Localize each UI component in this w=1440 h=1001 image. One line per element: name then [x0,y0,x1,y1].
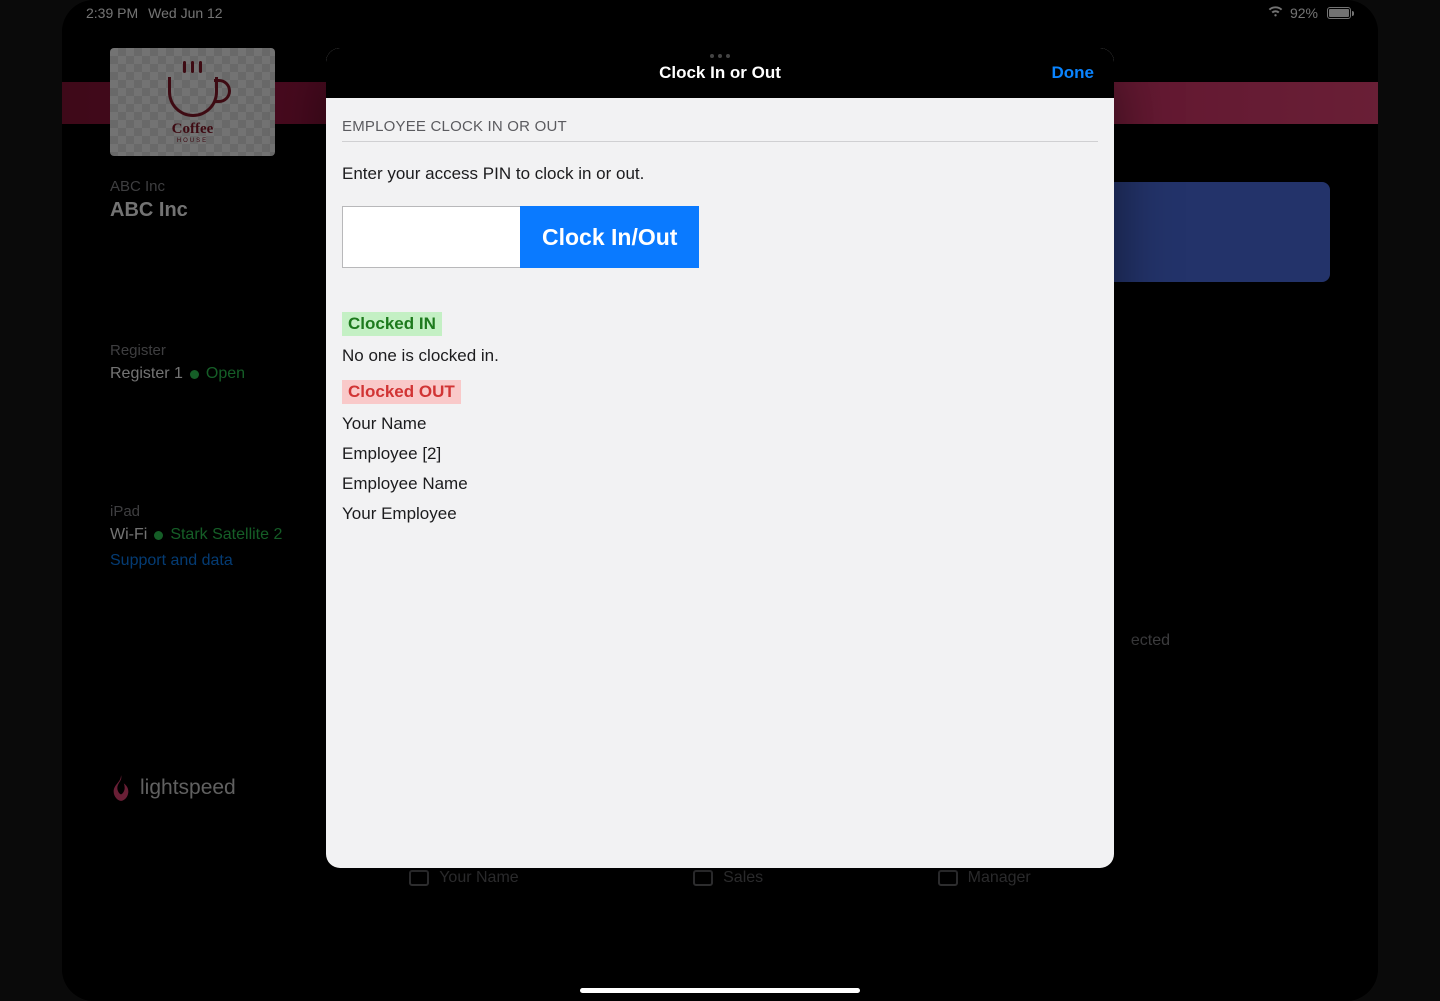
clocked-out-employee: Your Name [342,414,1098,434]
modal-title: Clock In or Out [659,63,781,83]
pin-input[interactable] [342,206,520,268]
clock-in-out-modal: Clock In or Out Done EMPLOYEE CLOCK IN O… [326,48,1114,868]
instruction-text: Enter your access PIN to clock in or out… [342,164,1098,184]
home-indicator[interactable] [580,988,860,993]
clocked-out-tag: Clocked OUT [342,380,461,404]
done-button[interactable]: Done [1052,63,1095,83]
modal-header: Clock In or Out Done [326,48,1114,98]
drag-handle-icon[interactable] [710,54,730,58]
clocked-in-tag: Clocked IN [342,312,442,336]
clocked-out-employee: Your Employee [342,504,1098,524]
section-header: EMPLOYEE CLOCK IN OR OUT [342,118,1098,142]
clock-in-out-button[interactable]: Clock In/Out [520,206,699,268]
clocked-in-empty-text: No one is clocked in. [342,346,1098,366]
clocked-out-employee: Employee [2] [342,444,1098,464]
clocked-out-employee: Employee Name [342,474,1098,494]
